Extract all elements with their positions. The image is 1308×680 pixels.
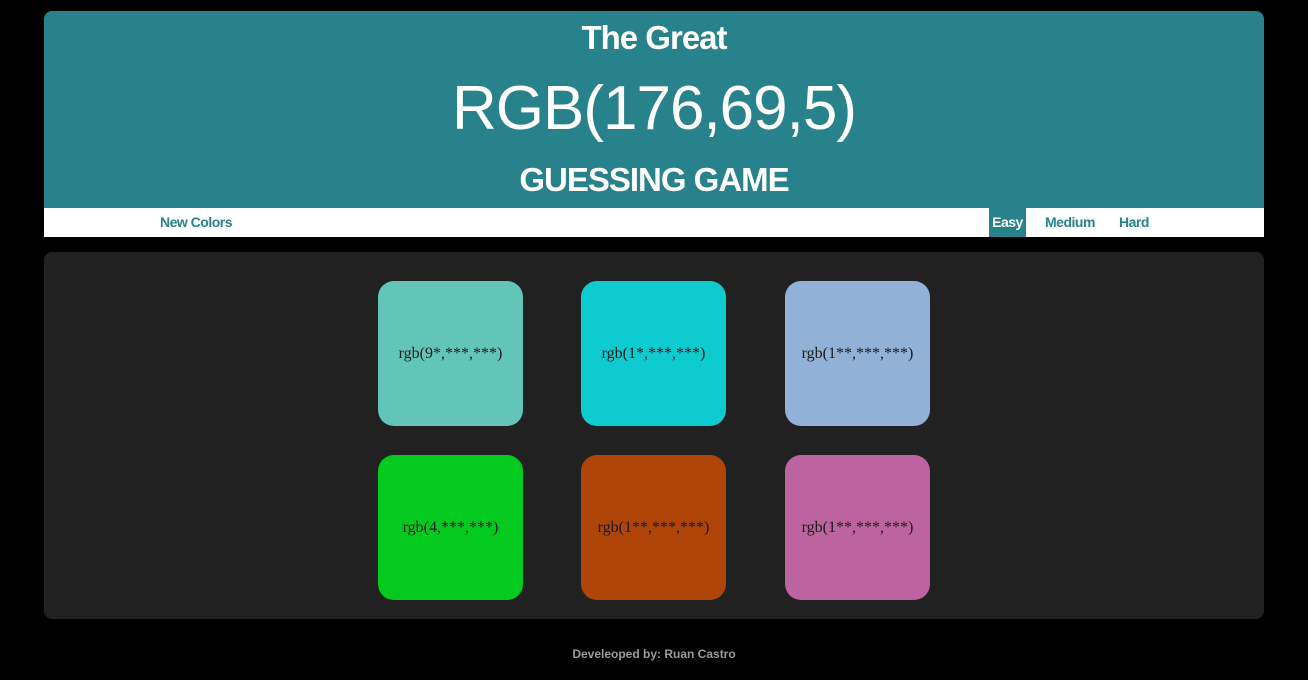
menu-bar: New Colors Easy Medium Hard — [44, 208, 1264, 237]
square-label: rgb(1*,***,***) — [601, 344, 706, 362]
square-label: rgb(1**,***,***) — [801, 344, 914, 362]
title-top: The Great — [581, 19, 727, 56]
square-label: rgb(9*,***,***) — [398, 344, 503, 362]
color-square-2[interactable]: rgb(1*,***,***) — [581, 281, 726, 426]
mode-hard-button[interactable]: Hard — [1119, 208, 1149, 237]
mode-medium-button[interactable]: Medium — [1045, 208, 1095, 237]
footer-credit: Develeoped by: Ruan Castro — [572, 647, 736, 661]
color-square-5[interactable]: rgb(1**,***,***) — [581, 455, 726, 600]
target-rgb-display: RGB(176,69,5) — [452, 74, 857, 143]
game-header: The Great RGB(176,69,5) GUESSING GAME — [44, 11, 1264, 208]
square-label: rgb(1**,***,***) — [801, 518, 914, 536]
mode-easy-button[interactable]: Easy — [989, 208, 1026, 237]
color-square-1[interactable]: rgb(9*,***,***) — [378, 281, 523, 426]
new-colors-button[interactable]: New Colors — [160, 208, 233, 237]
color-square-6[interactable]: rgb(1**,***,***) — [785, 455, 930, 600]
color-board: rgb(9*,***,***) rgb(1*,***,***) rgb(1**,… — [44, 252, 1264, 619]
square-label: rgb(1**,***,***) — [597, 518, 710, 536]
square-label: rgb(4,***,***) — [402, 518, 499, 536]
color-square-3[interactable]: rgb(1**,***,***) — [785, 281, 930, 426]
title-bottom: GUESSING GAME — [519, 161, 789, 198]
color-square-4[interactable]: rgb(4,***,***) — [378, 455, 523, 600]
